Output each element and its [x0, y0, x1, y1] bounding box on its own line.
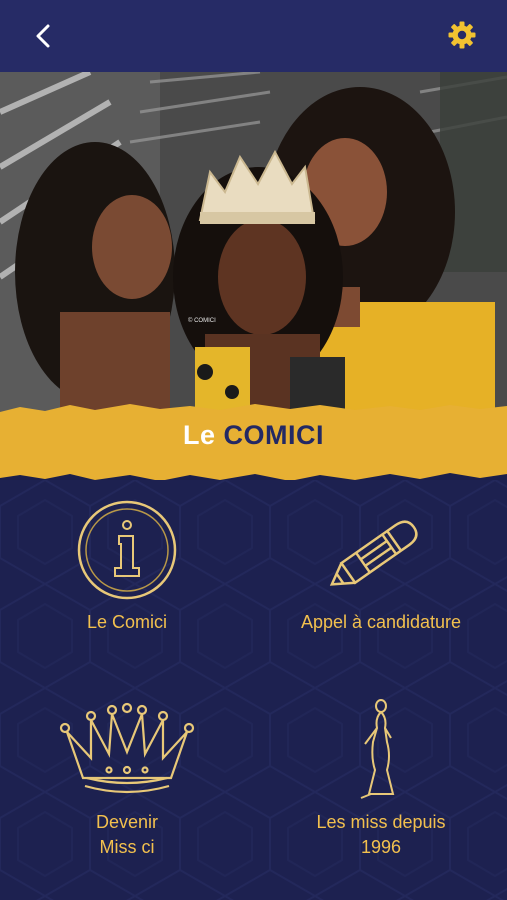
menu-item-label: Le Comici: [86, 612, 168, 632]
settings-button[interactable]: [447, 20, 477, 50]
menu-item-appel-a-candidature[interactable]: Appel à candidature: [281, 498, 481, 635]
crown-icon: [59, 702, 195, 794]
chevron-left-icon: [36, 24, 50, 48]
pencil-icon: [329, 520, 418, 586]
woman-gown-silhouette-icon: [360, 699, 395, 799]
menu-item-devenir-miss-ci[interactable]: Devenir Miss ci: [27, 698, 227, 860]
back-button[interactable]: [28, 20, 60, 52]
section-title-brand: COMICI: [223, 420, 324, 450]
section-title-prefix: Le: [182, 420, 224, 450]
watermark-text: © COMICI: [188, 318, 216, 324]
menu-item-les-miss-depuis-1996[interactable]: Les miss depuis 1996: [281, 698, 481, 860]
gear-icon: [448, 21, 476, 49]
menu-item-label: Devenir Miss ci: [95, 812, 159, 857]
menu-item-label: Les miss depuis 1996: [316, 812, 446, 857]
menu-item-le-comici[interactable]: Le Comici: [27, 498, 227, 635]
hero-illustration: [0, 72, 507, 412]
top-bar: [0, 0, 507, 72]
section-title: Le COMICI: [0, 420, 507, 451]
hero-photo: © COMICI: [0, 72, 507, 412]
menu-item-label: Appel à candidature: [300, 612, 462, 632]
info-medallion-icon: [77, 500, 177, 600]
